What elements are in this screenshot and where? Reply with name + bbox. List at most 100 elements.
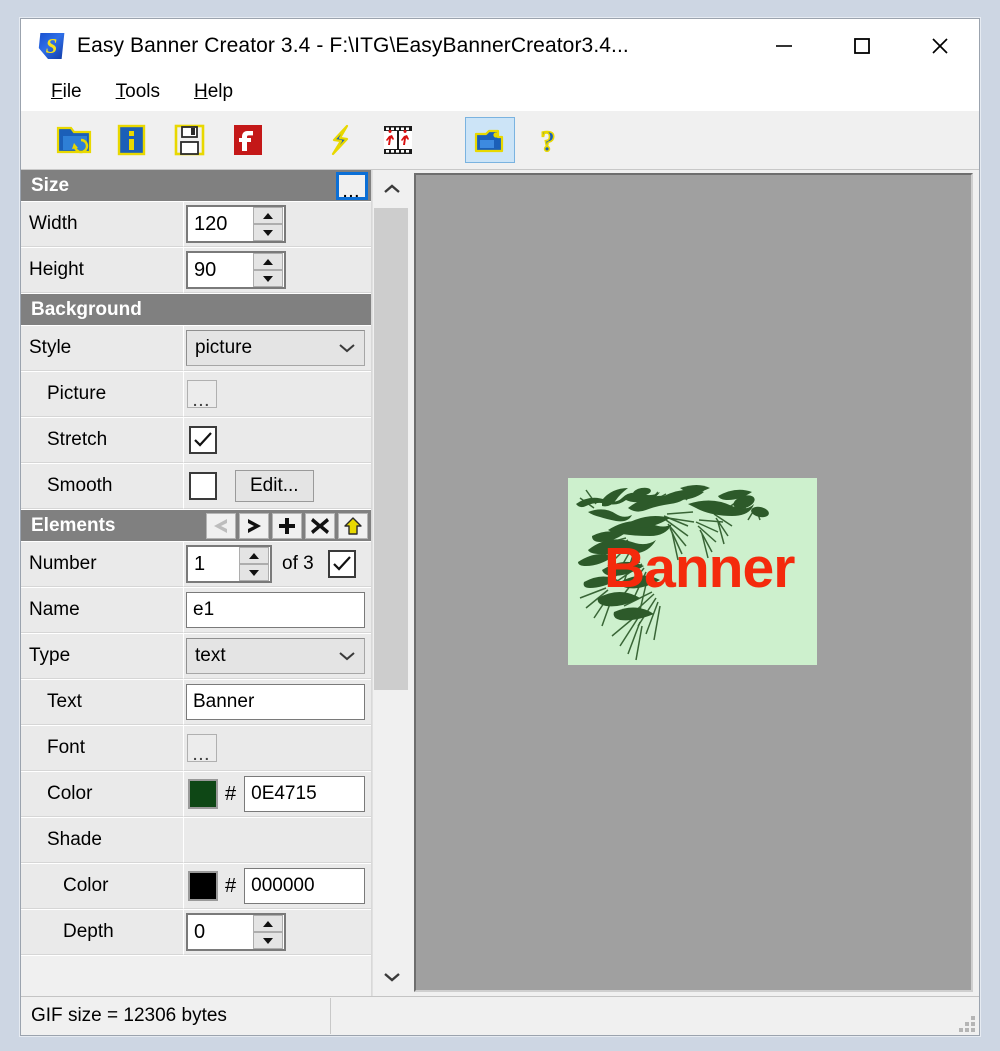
status-bar: GIF size = 12306 bytes [21, 996, 979, 1035]
previous-element-icon[interactable] [206, 512, 236, 539]
height-spin-up[interactable] [253, 253, 283, 270]
svg-text:?: ? [541, 125, 556, 158]
row-bg-picture: Picture ... [21, 372, 371, 418]
value-element-type: text [184, 634, 371, 679]
bg-style-value: picture [195, 337, 253, 358]
row-bg-stretch: Stretch [21, 418, 371, 464]
element-font-browse-button[interactable]: ... [187, 734, 217, 762]
film-strip-icon[interactable] [373, 117, 423, 163]
banner-preview[interactable]: Banner [568, 478, 817, 665]
shade-depth-arrows[interactable] [253, 915, 283, 949]
row-element-name: Name e1 [21, 588, 371, 634]
value-bg-smooth: Edit... [184, 464, 371, 509]
bg-stretch-checkbox[interactable] [189, 426, 217, 454]
shade-depth-value: 0 [194, 920, 206, 943]
bg-edit-button[interactable]: Edit... [235, 470, 314, 502]
row-shade-color: Color # 000000 [21, 864, 371, 910]
element-color-swatch[interactable] [188, 779, 218, 809]
banner-canvas[interactable]: Banner [414, 173, 973, 992]
label-shade-depth: Depth [21, 910, 184, 955]
title-bar: S Easy Banner Creator 3.4 - F:\ITG\EasyB… [21, 19, 979, 73]
bg-picture-browse-button[interactable]: ... [187, 380, 217, 408]
element-color-input[interactable]: 0E4715 [244, 776, 365, 812]
next-element-icon[interactable] [239, 512, 269, 539]
label-element-number: Number [21, 542, 184, 587]
element-color-value: 0E4715 [251, 783, 317, 804]
scroll-up-button[interactable] [373, 170, 411, 208]
resize-grip-icon[interactable] [957, 1014, 975, 1032]
application-window: S Easy Banner Creator 3.4 - F:\ITG\EasyB… [20, 18, 980, 1036]
element-number-arrows[interactable] [239, 547, 269, 581]
value-element-text: Banner [184, 680, 371, 725]
row-element-color: Color # 0E4715 [21, 772, 371, 818]
width-spinner[interactable]: 120 [186, 205, 286, 243]
menu-file[interactable]: File [51, 81, 82, 103]
close-button[interactable] [901, 19, 979, 73]
menu-help-rest: elp [207, 81, 234, 102]
element-number-down[interactable] [239, 564, 269, 581]
window-title: Easy Banner Creator 3.4 - F:\ITG\EasyBan… [77, 34, 629, 57]
open-folder-icon[interactable] [49, 117, 99, 163]
label-bg-style: Style [21, 326, 184, 371]
element-type-value: text [195, 645, 226, 666]
scrollbar-thumb[interactable] [374, 208, 408, 690]
scroll-down-button[interactable] [373, 958, 411, 996]
shade-depth-spinner[interactable]: 0 [186, 913, 286, 951]
maximize-button[interactable] [823, 19, 901, 73]
menu-tools-rest: ools [125, 81, 160, 102]
shade-depth-down[interactable] [253, 932, 283, 949]
minimize-button[interactable] [745, 19, 823, 73]
row-element-text: Text Banner [21, 680, 371, 726]
value-element-number: 1 of 3 [184, 542, 371, 587]
checkmark-icon [332, 556, 351, 571]
preview-area: Banner [411, 170, 979, 996]
section-header-background: Background [21, 294, 371, 326]
element-type-dropdown[interactable]: text [186, 638, 365, 674]
bg-style-dropdown[interactable]: picture [186, 330, 365, 366]
shade-color-swatch[interactable] [188, 871, 218, 901]
width-spin-up[interactable] [253, 207, 283, 224]
element-number-spinner[interactable]: 1 [186, 545, 272, 583]
label-bg-picture: Picture [21, 372, 184, 417]
width-spin-down[interactable] [253, 224, 283, 241]
delete-element-icon[interactable] [305, 512, 335, 539]
chevron-down-icon [330, 342, 364, 354]
chevron-down-icon [330, 650, 364, 662]
move-up-icon[interactable] [338, 512, 368, 539]
element-text-input[interactable]: Banner [186, 684, 365, 720]
size-options-button[interactable]: ... [336, 171, 368, 200]
element-name-input[interactable]: e1 [186, 592, 365, 628]
checkmark-icon [194, 432, 212, 447]
element-number-up[interactable] [239, 547, 269, 564]
help-question-icon[interactable]: ? [523, 117, 573, 163]
panel-scrollbar[interactable] [372, 170, 411, 996]
value-shade-color: # 000000 [184, 864, 371, 909]
lightning-icon[interactable] [315, 117, 365, 163]
section-title-background: Background [31, 298, 142, 320]
value-shade-depth: 0 [184, 910, 371, 955]
add-element-icon[interactable] [272, 512, 302, 539]
label-bg-stretch: Stretch [21, 418, 184, 463]
new-document-icon[interactable] [107, 117, 157, 163]
bg-smooth-checkbox[interactable] [189, 472, 217, 500]
preview-camera-icon[interactable] [465, 117, 515, 163]
save-disk-icon[interactable] [165, 117, 215, 163]
menu-tools[interactable]: Tools [116, 81, 160, 103]
shade-color-input[interactable]: 000000 [244, 868, 365, 904]
chevron-down-icon [384, 973, 400, 982]
height-spinner-arrows[interactable] [253, 253, 283, 287]
app-logo-icon: S [37, 32, 65, 60]
label-element-text: Text [21, 680, 184, 725]
width-spinner-arrows[interactable] [253, 207, 283, 241]
element-visible-checkbox[interactable] [327, 550, 356, 578]
scrollbar-track[interactable] [373, 208, 411, 958]
height-spinner[interactable]: 90 [186, 251, 286, 289]
value-element-font: ... [184, 726, 371, 771]
shade-depth-up[interactable] [253, 915, 283, 932]
section-header-elements: Elements [21, 510, 371, 542]
height-spin-down[interactable] [253, 270, 283, 287]
flash-export-icon[interactable] [223, 117, 273, 163]
shade-color-hash: # [225, 874, 237, 897]
row-element-font: Font ... [21, 726, 371, 772]
menu-help[interactable]: Help [194, 81, 233, 103]
